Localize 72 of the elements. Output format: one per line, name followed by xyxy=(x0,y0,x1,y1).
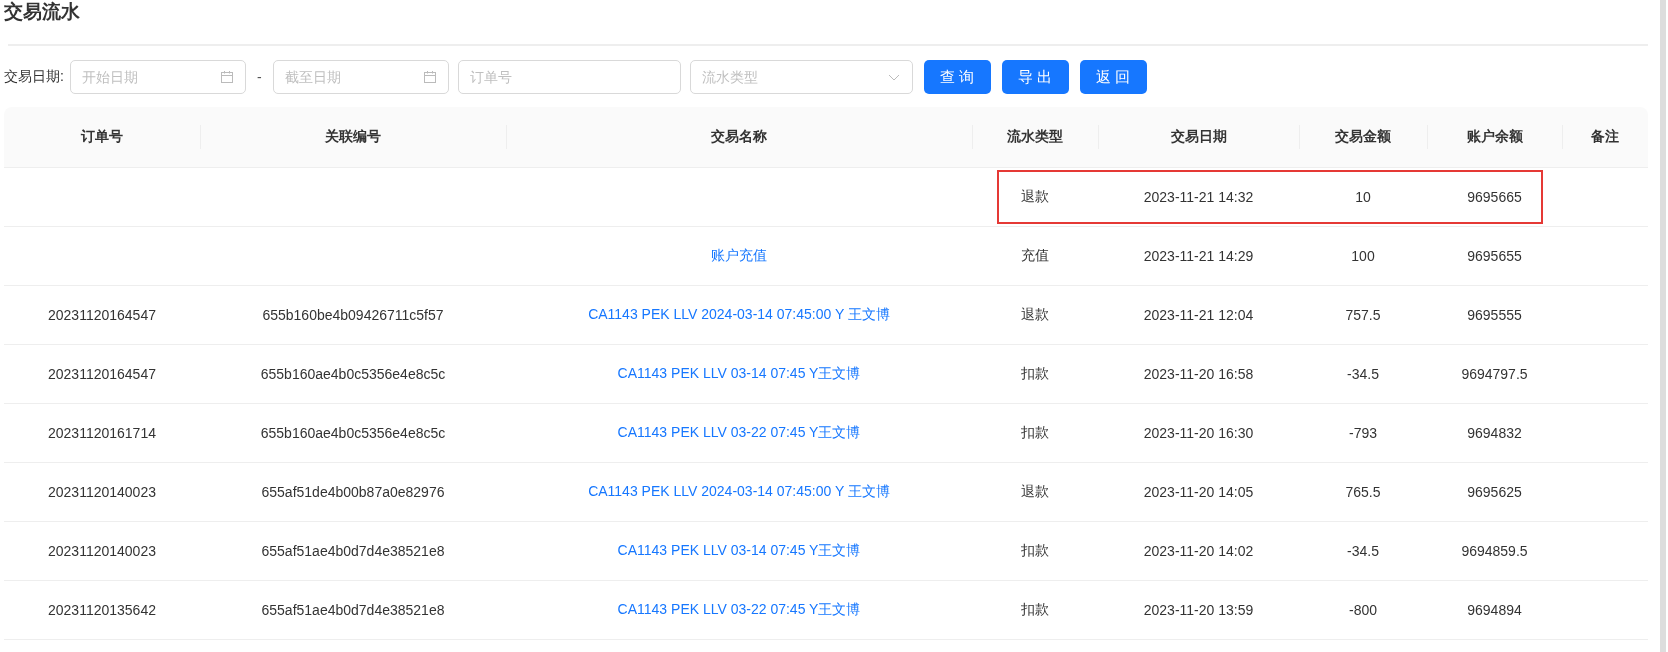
table-cell: 2023-11-21 14:29 xyxy=(1143,248,1254,264)
column-header: 交易名称 xyxy=(506,107,972,167)
table-cell: 2023-11-21 14:32 xyxy=(1143,189,1254,205)
table-cell: 9695555 xyxy=(1467,307,1522,323)
column-header: 订单号 xyxy=(79,127,124,146)
table-cell: 扣款 xyxy=(1021,542,1049,560)
table-cell: 退款 xyxy=(1021,306,1049,324)
table-cell: 100 xyxy=(1351,248,1375,264)
query-button[interactable]: 查 询 xyxy=(923,60,991,94)
table-cell: 655b160be4b09426711c5f57 xyxy=(262,307,444,323)
table-cell: 9695625 xyxy=(1467,484,1522,500)
table-cell: 655af51ae4b0d7d4e38521e8 xyxy=(261,543,445,559)
transaction-link[interactable]: CA1143 PEK LLV 03-22 07:45 Y王文博 xyxy=(617,424,861,442)
transaction-link[interactable]: CA1143 PEK LLV 03-22 07:45 Y王文博 xyxy=(617,601,861,619)
transaction-link[interactable]: CA1143 PEK LLV 2024-03-14 07:45:00 Y 王文博 xyxy=(588,306,890,324)
table-cell: 10 xyxy=(1355,189,1371,205)
table-cell: 20231120161714 xyxy=(48,425,156,441)
transaction-link[interactable]: CA1143 PEK LLV 03-14 07:45 Y王文博 xyxy=(617,365,861,383)
table-cell: 扣款 xyxy=(1021,601,1049,619)
table-cell: 扣款 xyxy=(1021,365,1049,383)
calendar-icon xyxy=(422,70,437,84)
column-header: 备注 xyxy=(1562,107,1648,167)
table-cell: -34.5 xyxy=(1347,543,1379,559)
table-cell: 9695665 xyxy=(1467,189,1522,205)
table-cell: 655b160ae4b0c5356e4e8c5c xyxy=(260,366,446,382)
table-cell: 655af51de4b00b87a0e82976 xyxy=(261,484,445,500)
column-header: 流水类型 xyxy=(972,107,1098,167)
table-cell: 2023-11-21 12:04 xyxy=(1143,307,1254,323)
order-number-field[interactable]: 订单号 xyxy=(457,60,681,94)
table-cell: 2023-11-20 16:58 xyxy=(1143,366,1254,382)
table-cell: 20231120164547 xyxy=(48,366,156,382)
flow-type-select[interactable]: 流水类型 xyxy=(689,60,913,94)
table-cell: -800 xyxy=(1349,602,1377,618)
transaction-link[interactable]: CA1143 PEK LLV 2024-03-14 07:45:00 Y 王文博 xyxy=(588,483,890,501)
column-header: 账户余额 xyxy=(1427,107,1562,167)
table-cell: 2023-11-20 14:05 xyxy=(1143,484,1254,500)
table-cell: 9694797.5 xyxy=(1461,366,1528,382)
transaction-link[interactable]: 账户充值 xyxy=(711,247,767,265)
table-cell: 757.5 xyxy=(1345,307,1381,323)
table-cell: 20231120140023 xyxy=(48,484,156,500)
calendar-icon xyxy=(219,70,234,84)
table-cell: 20231120140023 xyxy=(48,543,156,559)
table-cell: 扣款 xyxy=(1021,424,1049,442)
table-cell: 655b160ae4b0c5356e4e8c5c xyxy=(260,425,446,441)
scrollbar[interactable] xyxy=(1660,0,1666,652)
table-cell: 9694859.5 xyxy=(1461,543,1528,559)
table-cell: 9695655 xyxy=(1467,248,1522,264)
table-cell: -793 xyxy=(1349,425,1377,441)
column-header: 交易日期 xyxy=(1098,107,1299,167)
table-cell: 20231120164547 xyxy=(48,307,156,323)
date-field[interactable]: 开始日期 xyxy=(69,60,246,94)
table-cell: -34.5 xyxy=(1347,366,1379,382)
filter-label: 交易日期: xyxy=(4,68,64,86)
table-cell: 2023-11-20 13:59 xyxy=(1143,602,1254,618)
date-separator: - xyxy=(255,69,263,85)
table-cell: 退款 xyxy=(1021,188,1049,206)
column-header: 关联编号 xyxy=(200,107,506,167)
transaction-link[interactable]: CA1143 PEK LLV 03-14 07:45 Y王文博 xyxy=(617,542,861,560)
table-cell: 9694894 xyxy=(1467,602,1522,618)
table-cell: 退款 xyxy=(1021,483,1049,501)
table-cell: 2023-11-20 14:02 xyxy=(1143,543,1254,559)
table-cell: 765.5 xyxy=(1345,484,1381,500)
table-cell: 充值 xyxy=(1021,247,1049,265)
export-button[interactable]: 导 出 xyxy=(1001,60,1069,94)
table-cell: 9694832 xyxy=(1467,425,1522,441)
table-cell: 655af51ae4b0d7d4e38521e8 xyxy=(261,602,445,618)
page-title: 交易流水 xyxy=(4,0,81,24)
column-header: 交易金额 xyxy=(1299,107,1427,167)
table-cell: 20231120135642 xyxy=(48,602,156,618)
table-cell: 2023-11-20 16:30 xyxy=(1143,425,1254,441)
back-button[interactable]: 返 回 xyxy=(1079,60,1147,94)
date-field[interactable]: 截至日期 xyxy=(272,60,449,94)
